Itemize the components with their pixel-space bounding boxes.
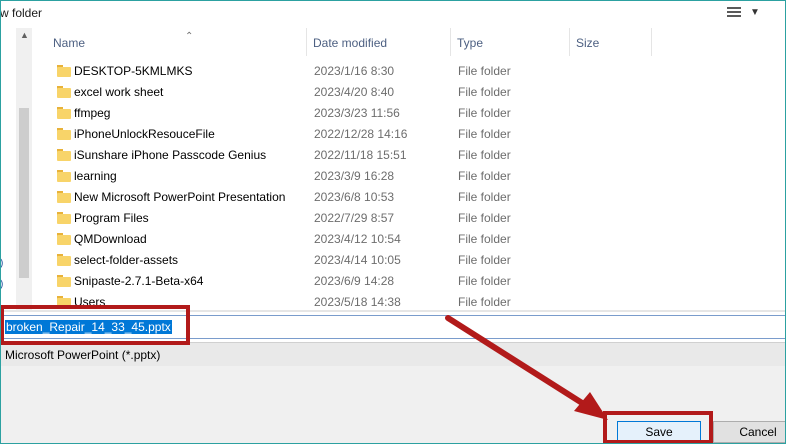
file-date: 2022/7/29 8:57 — [314, 211, 395, 225]
file-name: Snipaste-2.7.1-Beta-x64 — [74, 274, 204, 288]
save-as-type-value: Microsoft PowerPoint (*.pptx) — [5, 348, 161, 362]
folder-icon — [57, 275, 71, 287]
cancel-button[interactable]: Cancel — [713, 421, 786, 443]
file-name: QMDownload — [74, 232, 147, 246]
file-name: Program Files — [74, 211, 149, 225]
view-options-icon[interactable] — [727, 7, 741, 19]
filename-highlight-box — [0, 305, 190, 345]
file-row[interactable]: Program Files 2022/7/29 8:57 File folder — [32, 208, 786, 229]
new-folder-button[interactable]: w folder — [0, 6, 42, 20]
folder-icon — [57, 212, 71, 224]
file-date: 2022/11/18 15:51 — [314, 148, 407, 162]
file-date: 2023/5/18 14:38 — [314, 295, 401, 309]
file-type: File folder — [458, 232, 511, 246]
file-row[interactable]: excel work sheet 2023/4/20 8:40 File fol… — [32, 82, 786, 103]
folder-icon — [57, 191, 71, 203]
file-name: ffmpeg — [74, 106, 111, 120]
file-row[interactable]: select-folder-assets 2023/4/14 10:05 Fil… — [32, 250, 786, 271]
file-type: File folder — [458, 190, 511, 204]
file-date: 2023/3/23 11:56 — [314, 106, 400, 120]
file-type: File folder — [458, 148, 511, 162]
file-name: select-folder-assets — [74, 253, 179, 267]
sort-ascending-icon: ⌃ — [185, 31, 194, 42]
column-type[interactable]: Type — [451, 28, 570, 56]
file-row[interactable]: iPhoneUnlockResouceFile 2022/12/28 14:16… — [32, 124, 786, 145]
file-row[interactable]: ffmpeg 2023/3/23 11:56 File folder — [32, 103, 786, 124]
file-type: File folder — [458, 274, 511, 288]
file-date: 2023/3/9 16:28 — [314, 169, 395, 183]
folder-icon — [57, 128, 71, 140]
file-date: 2023/4/20 8:40 — [314, 85, 395, 99]
scrollbar-thumb[interactable] — [19, 108, 29, 278]
chevron-down-icon[interactable]: ▼ — [750, 7, 760, 18]
column-header: Name ⌃ Date modified Type Size — [32, 28, 786, 56]
file-type: File folder — [458, 253, 511, 267]
column-size[interactable]: Size — [570, 28, 652, 56]
nav-item-icon[interactable]: ) — [0, 258, 3, 269]
column-size-label: Size — [576, 36, 600, 50]
folder-icon — [57, 233, 71, 245]
file-type: File folder — [458, 85, 511, 99]
column-name[interactable]: Name ⌃ — [47, 28, 307, 56]
scroll-up-icon[interactable]: ▲ — [20, 30, 29, 40]
file-row[interactable]: iSunshare iPhone Passcode Genius 2022/11… — [32, 145, 786, 166]
file-name: New Microsoft PowerPoint Presentation — [74, 190, 286, 204]
save-highlight-box — [603, 411, 713, 444]
dialog-toolbar: w folder ▼ — [0, 0, 786, 29]
file-row[interactable]: QMDownload 2023/4/12 10:54 File folder — [32, 229, 786, 250]
file-type: File folder — [458, 127, 511, 141]
file-type: File folder — [458, 295, 511, 309]
file-name: learning — [74, 169, 117, 183]
nav-item-icon[interactable]: ) — [0, 279, 3, 290]
file-date: 2023/6/8 10:53 — [314, 190, 395, 204]
file-type: File folder — [458, 169, 511, 183]
file-date: 2023/4/12 10:54 — [314, 232, 401, 246]
file-name: excel work sheet — [74, 85, 164, 99]
folder-icon — [57, 65, 71, 77]
file-type: File folder — [458, 106, 511, 120]
file-date: 2023/6/9 14:28 — [314, 274, 395, 288]
file-name: iPhoneUnlockResouceFile — [74, 127, 215, 141]
column-date-label: Date modified — [313, 36, 388, 50]
save-as-type-select[interactable]: Microsoft PowerPoint (*.pptx) — [0, 342, 786, 367]
column-name-label: Name — [53, 36, 86, 50]
file-row[interactable]: DESKTOP-5KMLMKS 2023/1/16 8:30 File fold… — [32, 61, 786, 82]
column-date-modified[interactable]: Date modified — [307, 28, 451, 56]
file-date: 2023/4/14 10:05 — [314, 253, 401, 267]
file-date: 2023/1/16 8:30 — [314, 64, 395, 78]
file-row[interactable]: New Microsoft PowerPoint Presentation 20… — [32, 187, 786, 208]
navigation-scrollbar[interactable]: ▲ — [16, 28, 32, 310]
file-type: File folder — [458, 64, 511, 78]
file-list[interactable]: Name ⌃ Date modified Type Size DESKTOP-5… — [32, 28, 786, 310]
file-row[interactable]: learning 2023/3/9 16:28 File folder — [32, 166, 786, 187]
file-name: iSunshare iPhone Passcode Genius — [74, 148, 267, 162]
file-row[interactable]: Snipaste-2.7.1-Beta-x64 2023/6/9 14:28 F… — [32, 271, 786, 292]
column-type-label: Type — [457, 36, 484, 50]
file-type: File folder — [458, 211, 511, 225]
folder-icon — [57, 149, 71, 161]
folder-icon — [57, 170, 71, 182]
file-name: DESKTOP-5KMLMKS — [74, 64, 193, 78]
folder-icon — [57, 107, 71, 119]
folder-icon — [57, 254, 71, 266]
file-date: 2022/12/28 14:16 — [314, 127, 408, 141]
folder-icon — [57, 86, 71, 98]
